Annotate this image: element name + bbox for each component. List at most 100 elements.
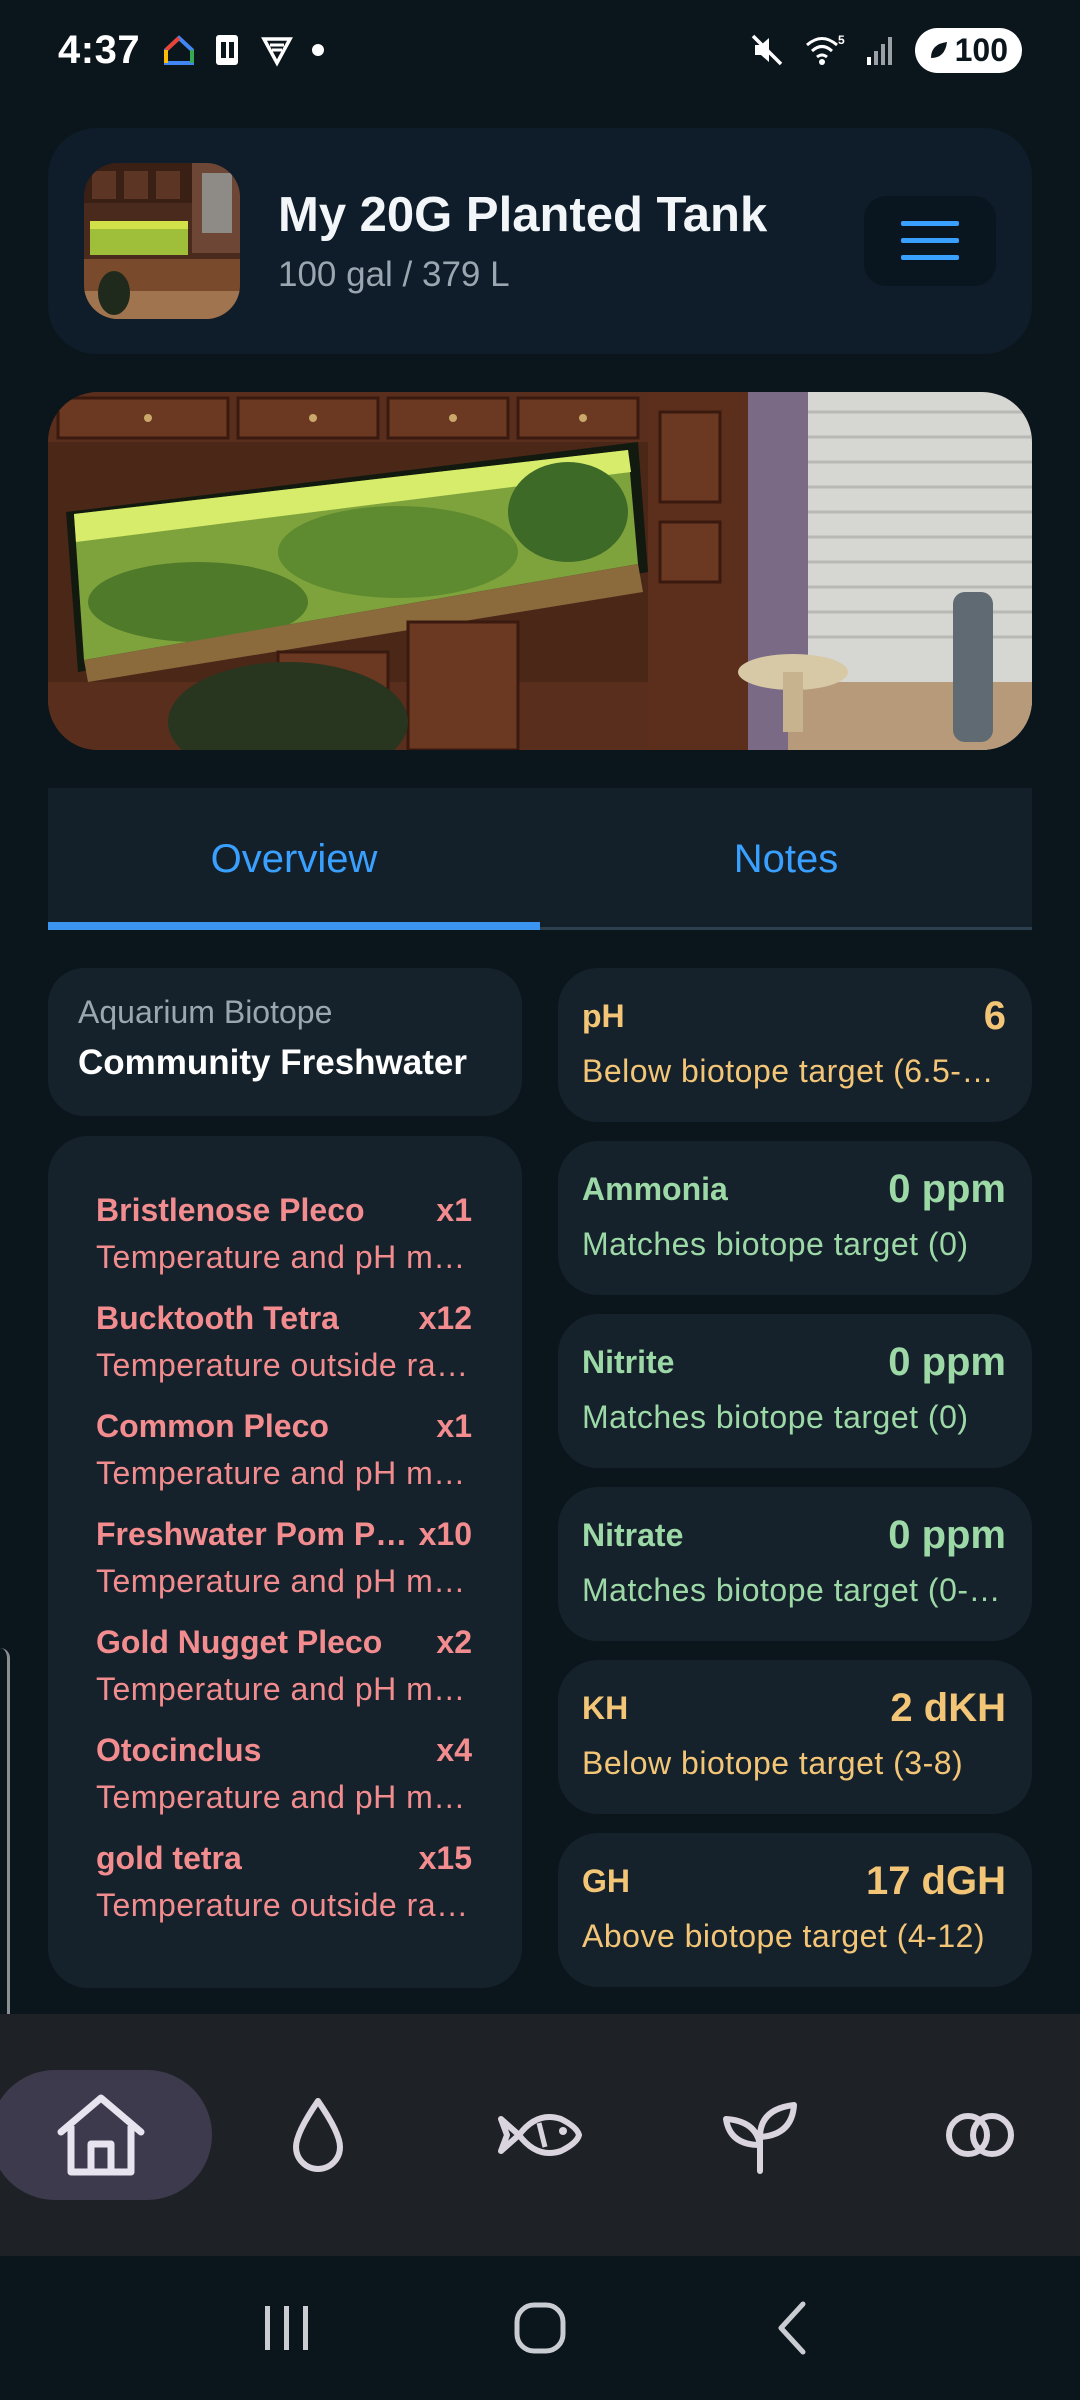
dot-icon	[312, 44, 325, 56]
tank-volume: 100 gal / 379 L	[278, 255, 510, 294]
species-count: x1	[436, 1408, 472, 1444]
fish-icon	[498, 2114, 582, 2156]
screen: 4:37 5 100 My 20G Planted Tank 100 gal /…	[0, 0, 1080, 2400]
water-drop-icon	[293, 2098, 343, 2172]
param-value: 0 ppm	[888, 1340, 1006, 1384]
species-list-card: Bristlenose Pleco x1 Temperature and pH …	[48, 1136, 522, 1988]
param-value: 6	[983, 994, 1006, 1038]
species-count: x15	[418, 1840, 472, 1876]
species-note: Temperature and pH mismatch	[96, 1455, 472, 1491]
species-row: Bristlenose Pleco x1	[96, 1192, 472, 1229]
species-name: Freshwater Pom Pom Crab	[96, 1516, 411, 1552]
param-note: Matches biotope target (0-20)	[582, 1572, 1006, 1608]
species-note: Temperature and pH mismatch	[96, 1239, 472, 1275]
signal-icon	[866, 37, 892, 65]
battery-saver-leaf-icon	[930, 42, 947, 58]
species-count: x4	[436, 1732, 472, 1768]
compatibility-rings-icon	[946, 2113, 1014, 2157]
tank-thumbnail[interactable]	[84, 163, 240, 319]
recents-icon[interactable]	[257, 2298, 317, 2358]
species-item[interactable]: Common Pleco x1 Temperature and pH misma…	[96, 1408, 472, 1516]
species-count: x10	[418, 1516, 472, 1552]
species-row: gold tetra x15	[96, 1840, 472, 1877]
species-name: Otocinclus	[96, 1732, 262, 1768]
sim-card-icon	[216, 35, 239, 65]
google-home-icon	[164, 35, 195, 65]
param-card-gh[interactable]: GH 17 dGH Above biotope target (4-12)	[558, 1833, 1032, 1987]
param-note: Below biotope target (6.5-7.5)	[582, 1053, 1006, 1089]
param-row: Nitrite 0 ppm	[582, 1340, 1006, 1385]
param-note: Below biotope target (3-8)	[582, 1745, 964, 1781]
status-time: 4:37	[58, 27, 141, 72]
species-row: Gold Nugget Pleco x2	[96, 1624, 472, 1661]
tab-notes-label: Notes	[733, 836, 839, 881]
param-card-kh[interactable]: KH 2 dKH Below biotope target (3-8)	[558, 1660, 1032, 1814]
tab-notes[interactable]: Notes	[540, 788, 1032, 930]
nav-plants[interactable]	[700, 2070, 820, 2200]
species-item[interactable]: Bristlenose Pleco x1 Temperature and pH …	[96, 1192, 472, 1300]
species-note: Temperature and pH mismatch	[96, 1779, 472, 1815]
species-item[interactable]: Otocinclus x4 Temperature and pH mismatc…	[96, 1732, 472, 1840]
species-note: Temperature outside range	[96, 1347, 472, 1383]
menu-button[interactable]	[864, 196, 996, 286]
param-row: pH 6	[582, 994, 1006, 1039]
tank-header-text: My 20G Planted Tank 100 gal / 379 L	[278, 187, 767, 295]
param-name: pH	[582, 998, 625, 1034]
species-row: Otocinclus x4	[96, 1732, 472, 1769]
species-item[interactable]: Freshwater Pom Pom Crab x10 Temperature …	[96, 1516, 472, 1624]
battery-icon: 100	[914, 27, 1022, 73]
species-count: x2	[436, 1624, 472, 1660]
param-name: KH	[582, 1690, 629, 1726]
species-count: x1	[436, 1192, 472, 1228]
tank-photo	[48, 392, 1032, 750]
param-card-nitrate[interactable]: Nitrate 0 ppm Matches biotope target (0-…	[558, 1487, 1032, 1641]
tab-bar: Overview Notes	[48, 788, 1032, 930]
species-note: Temperature and pH mismatch	[96, 1671, 472, 1707]
wifi-icon: 5	[805, 33, 845, 65]
species-name: gold tetra	[96, 1840, 242, 1876]
species-row: Bucktooth Tetra x12	[96, 1300, 472, 1337]
param-card-ph[interactable]: pH 6 Below biotope target (6.5-7.5)	[558, 968, 1032, 1122]
species-note: Temperature and pH mismatch	[96, 1563, 472, 1599]
species-item[interactable]: Gold Nugget Pleco x2 Temperature and pH …	[96, 1624, 472, 1732]
svg-text:5: 5	[838, 33, 845, 47]
status-system-icons: 5 100	[749, 27, 1022, 73]
tab-overview-label: Overview	[210, 836, 378, 881]
species-name: Bristlenose Pleco	[96, 1192, 365, 1228]
biotope-card[interactable]: Aquarium Biotope Community Freshwater	[48, 968, 522, 1116]
nav-home[interactable]	[0, 2070, 212, 2200]
status-bar: 4:37 5 100	[0, 0, 1080, 100]
param-name: Nitrite	[582, 1344, 675, 1380]
plant-sprout-icon	[723, 2102, 797, 2174]
param-name: Ammonia	[582, 1171, 728, 1207]
species-item[interactable]: Bucktooth Tetra x12 Temperature outside …	[96, 1300, 472, 1408]
species-item[interactable]: gold tetra x15 Temperature outside range	[96, 1840, 472, 1948]
species-name: Bucktooth Tetra	[96, 1300, 339, 1336]
species-name: Common Pleco	[96, 1408, 329, 1444]
tab-overview[interactable]: Overview	[48, 788, 540, 930]
home-circle-icon[interactable]	[510, 2298, 570, 2358]
tank-header-card: My 20G Planted Tank 100 gal / 379 L	[48, 128, 1032, 354]
param-card-ammonia[interactable]: Ammonia 0 ppm Matches biotope target (0)	[558, 1141, 1032, 1295]
nav-livestock[interactable]	[480, 2070, 600, 2200]
param-name: GH	[582, 1863, 630, 1899]
hamburger-menu-icon	[901, 221, 959, 260]
param-row: Ammonia 0 ppm	[582, 1167, 1006, 1212]
nav-compatibility[interactable]	[920, 2070, 1040, 2200]
status-notification-icons	[162, 32, 328, 68]
species-name: Gold Nugget Pleco	[96, 1624, 383, 1660]
system-navigation-bar	[0, 2256, 1080, 2400]
back-icon[interactable]	[763, 2298, 823, 2358]
param-value: 0 ppm	[888, 1167, 1006, 1211]
param-value: 17 dGH	[865, 1859, 1006, 1903]
param-note: Matches biotope target (0)	[582, 1399, 969, 1435]
biotope-value: Community Freshwater	[78, 1043, 467, 1082]
param-card-nitrite[interactable]: Nitrite 0 ppm Matches biotope target (0)	[558, 1314, 1032, 1468]
nav-water[interactable]	[258, 2070, 378, 2200]
param-note: Matches biotope target (0)	[582, 1226, 969, 1262]
bottom-navigation	[0, 2014, 1080, 2256]
species-count: x12	[418, 1300, 472, 1336]
home-icon	[57, 2094, 145, 2176]
param-note: Above biotope target (4-12)	[582, 1918, 986, 1954]
param-value: 2 dKH	[890, 1686, 1006, 1730]
